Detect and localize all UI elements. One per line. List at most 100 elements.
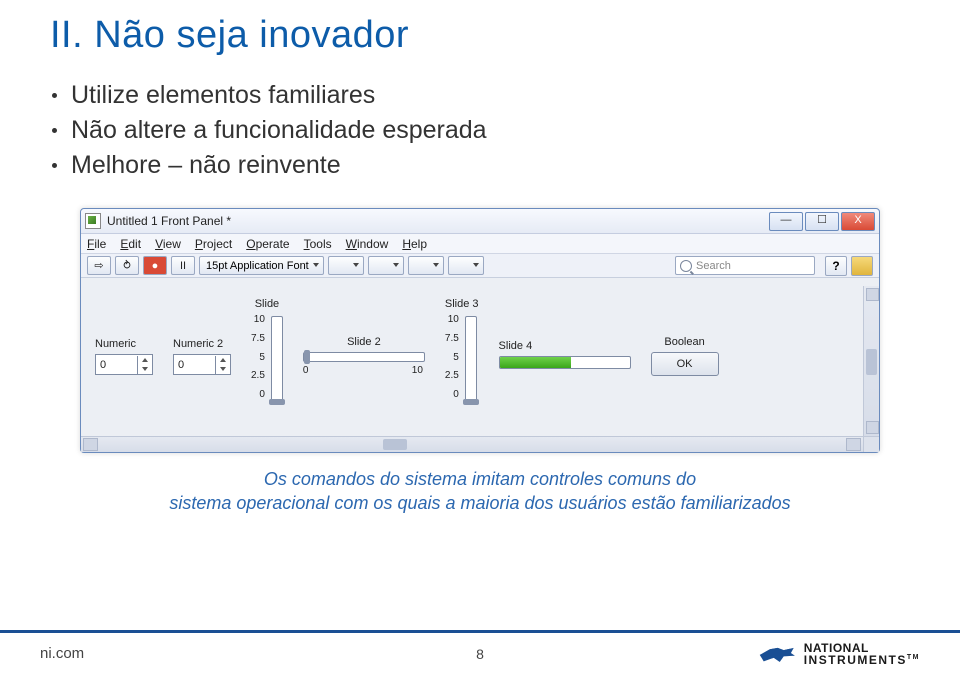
menu-help[interactable]: Help xyxy=(402,237,427,251)
slide-footer: ni.com 8 NATIONAL INSTRUMENTSTM xyxy=(0,630,960,674)
toolbar: ⇨ ⥁ ● II 15pt Application Font Search ? xyxy=(81,254,879,278)
tick-label: 10 xyxy=(445,314,459,325)
page-title: II. Não seja inovador xyxy=(50,14,910,57)
tick-label: 5 xyxy=(251,352,265,363)
font-dropdown[interactable]: 15pt Application Font xyxy=(199,256,324,275)
control-label: Slide 3 xyxy=(445,298,479,310)
search-placeholder: Search xyxy=(696,260,731,272)
abort-button[interactable]: ● xyxy=(143,256,167,275)
menu-operate[interactable]: Operate xyxy=(246,237,289,251)
tick-label: 0 xyxy=(445,389,459,400)
scroll-thumb[interactable] xyxy=(383,439,407,450)
control-label: Slide 4 xyxy=(499,340,533,352)
numeric-spinner[interactable] xyxy=(215,356,230,374)
caption-line1: Os comandos do sistema imitam controles … xyxy=(264,469,696,489)
slider-knob[interactable] xyxy=(269,399,285,405)
tick-label: 10 xyxy=(412,365,423,376)
bullet-item: Melhore – não reinvente xyxy=(52,151,910,180)
numeric-value: 0 xyxy=(96,359,137,371)
control-label: Numeric 2 xyxy=(173,338,223,350)
horizontal-slider[interactable] xyxy=(303,352,425,362)
footer-nicom: ni.com xyxy=(40,645,84,662)
bullet-dot-icon xyxy=(52,93,57,98)
tick-label: 7.5 xyxy=(445,333,459,344)
labview-window: Untitled 1 Front Panel * — ☐ X File Edit… xyxy=(80,208,880,453)
bullet-text: Melhore – não reinvente xyxy=(71,151,341,180)
boolean-control: Boolean OK xyxy=(651,336,719,376)
minimize-button[interactable]: — xyxy=(769,212,803,231)
run-button[interactable]: ⇨ xyxy=(87,256,111,275)
numeric-control: Numeric 0 xyxy=(95,338,153,375)
close-button[interactable]: X xyxy=(841,212,875,231)
vertical-slider[interactable]: 10 7.5 5 2.5 0 xyxy=(445,314,477,404)
numeric-control: Numeric 2 0 xyxy=(173,338,231,375)
ni-logo: NATIONAL INSTRUMENTSTM xyxy=(756,640,920,668)
ok-button[interactable]: OK xyxy=(651,352,719,376)
resize-dropdown[interactable] xyxy=(408,256,444,275)
align-dropdown[interactable] xyxy=(328,256,364,275)
menu-tools[interactable]: Tools xyxy=(304,237,332,251)
bullet-dot-icon xyxy=(52,128,57,133)
bullet-dot-icon xyxy=(52,163,57,168)
vertical-scrollbar[interactable] xyxy=(863,286,879,436)
scroll-thumb[interactable] xyxy=(866,349,877,375)
window-title: Untitled 1 Front Panel * xyxy=(107,214,769,228)
front-panel[interactable]: Numeric 0 Numeric 2 0 xyxy=(81,278,879,436)
icon-editor-button[interactable] xyxy=(851,256,873,276)
footer-page: 8 xyxy=(476,646,484,662)
control-label: Numeric xyxy=(95,338,136,350)
control-label: Slide 2 xyxy=(347,336,381,348)
numeric-spinner[interactable] xyxy=(137,356,152,374)
slider-knob[interactable] xyxy=(463,399,479,405)
menu-project[interactable]: Project xyxy=(195,237,232,251)
tm-mark: TM xyxy=(907,654,920,661)
reorder-dropdown[interactable] xyxy=(448,256,484,275)
bullet-text: Não altere a funcionalidade esperada xyxy=(71,116,487,145)
logo-text-bottom: INSTRUMENTS xyxy=(804,653,907,667)
tick-label: 10 xyxy=(251,314,265,325)
control-label: Slide xyxy=(255,298,279,310)
bullet-text: Utilize elementos familiares xyxy=(71,81,375,110)
slider-knob[interactable] xyxy=(304,350,310,364)
menu-window[interactable]: Window xyxy=(346,237,389,251)
run-continuous-button[interactable]: ⥁ xyxy=(115,256,139,275)
menubar: File Edit View Project Operate Tools Win… xyxy=(81,234,879,254)
titlebar[interactable]: Untitled 1 Front Panel * — ☐ X xyxy=(81,209,879,234)
pause-button[interactable]: II xyxy=(171,256,195,275)
slide3-control: Slide 3 10 7.5 5 2.5 0 xyxy=(445,298,479,404)
slide4-control: Slide 4 xyxy=(499,340,631,369)
menu-edit[interactable]: Edit xyxy=(120,237,141,251)
scroll-corner xyxy=(863,437,879,452)
menu-view[interactable]: View xyxy=(155,237,181,251)
eagle-icon xyxy=(756,640,796,668)
progress-slider[interactable] xyxy=(499,356,631,369)
menu-file[interactable]: File xyxy=(87,237,106,251)
bullet-item: Não altere a funcionalidade esperada xyxy=(52,116,910,145)
scroll-right-button[interactable] xyxy=(846,438,861,451)
tick-label: 5 xyxy=(445,352,459,363)
caption-line2: sistema operacional com os quais a maior… xyxy=(169,493,790,513)
tick-label: 2.5 xyxy=(251,370,265,381)
slide-control: Slide 10 7.5 5 2.5 0 xyxy=(251,298,283,404)
progress-fill xyxy=(500,357,572,368)
control-label: Boolean xyxy=(664,336,704,348)
numeric-input[interactable]: 0 xyxy=(95,354,153,375)
numeric-input[interactable]: 0 xyxy=(173,354,231,375)
vertical-slider[interactable]: 10 7.5 5 2.5 0 xyxy=(251,314,283,404)
scroll-down-button[interactable] xyxy=(866,421,879,434)
app-icon xyxy=(85,213,101,229)
maximize-button[interactable]: ☐ xyxy=(805,212,839,231)
scroll-up-button[interactable] xyxy=(866,288,879,301)
help-button[interactable]: ? xyxy=(825,256,847,276)
tick-label: 7.5 xyxy=(251,333,265,344)
bullet-list: Utilize elementos familiares Não altere … xyxy=(52,81,910,180)
tick-label: 0 xyxy=(251,389,265,400)
slide2-control: Slide 2 0 10 xyxy=(303,336,425,376)
tick-label: 2.5 xyxy=(445,370,459,381)
search-input[interactable]: Search xyxy=(675,256,815,275)
scroll-left-button[interactable] xyxy=(83,438,98,451)
horizontal-scrollbar[interactable] xyxy=(81,436,879,452)
search-icon xyxy=(680,260,692,272)
distribute-dropdown[interactable] xyxy=(368,256,404,275)
bullet-item: Utilize elementos familiares xyxy=(52,81,910,110)
